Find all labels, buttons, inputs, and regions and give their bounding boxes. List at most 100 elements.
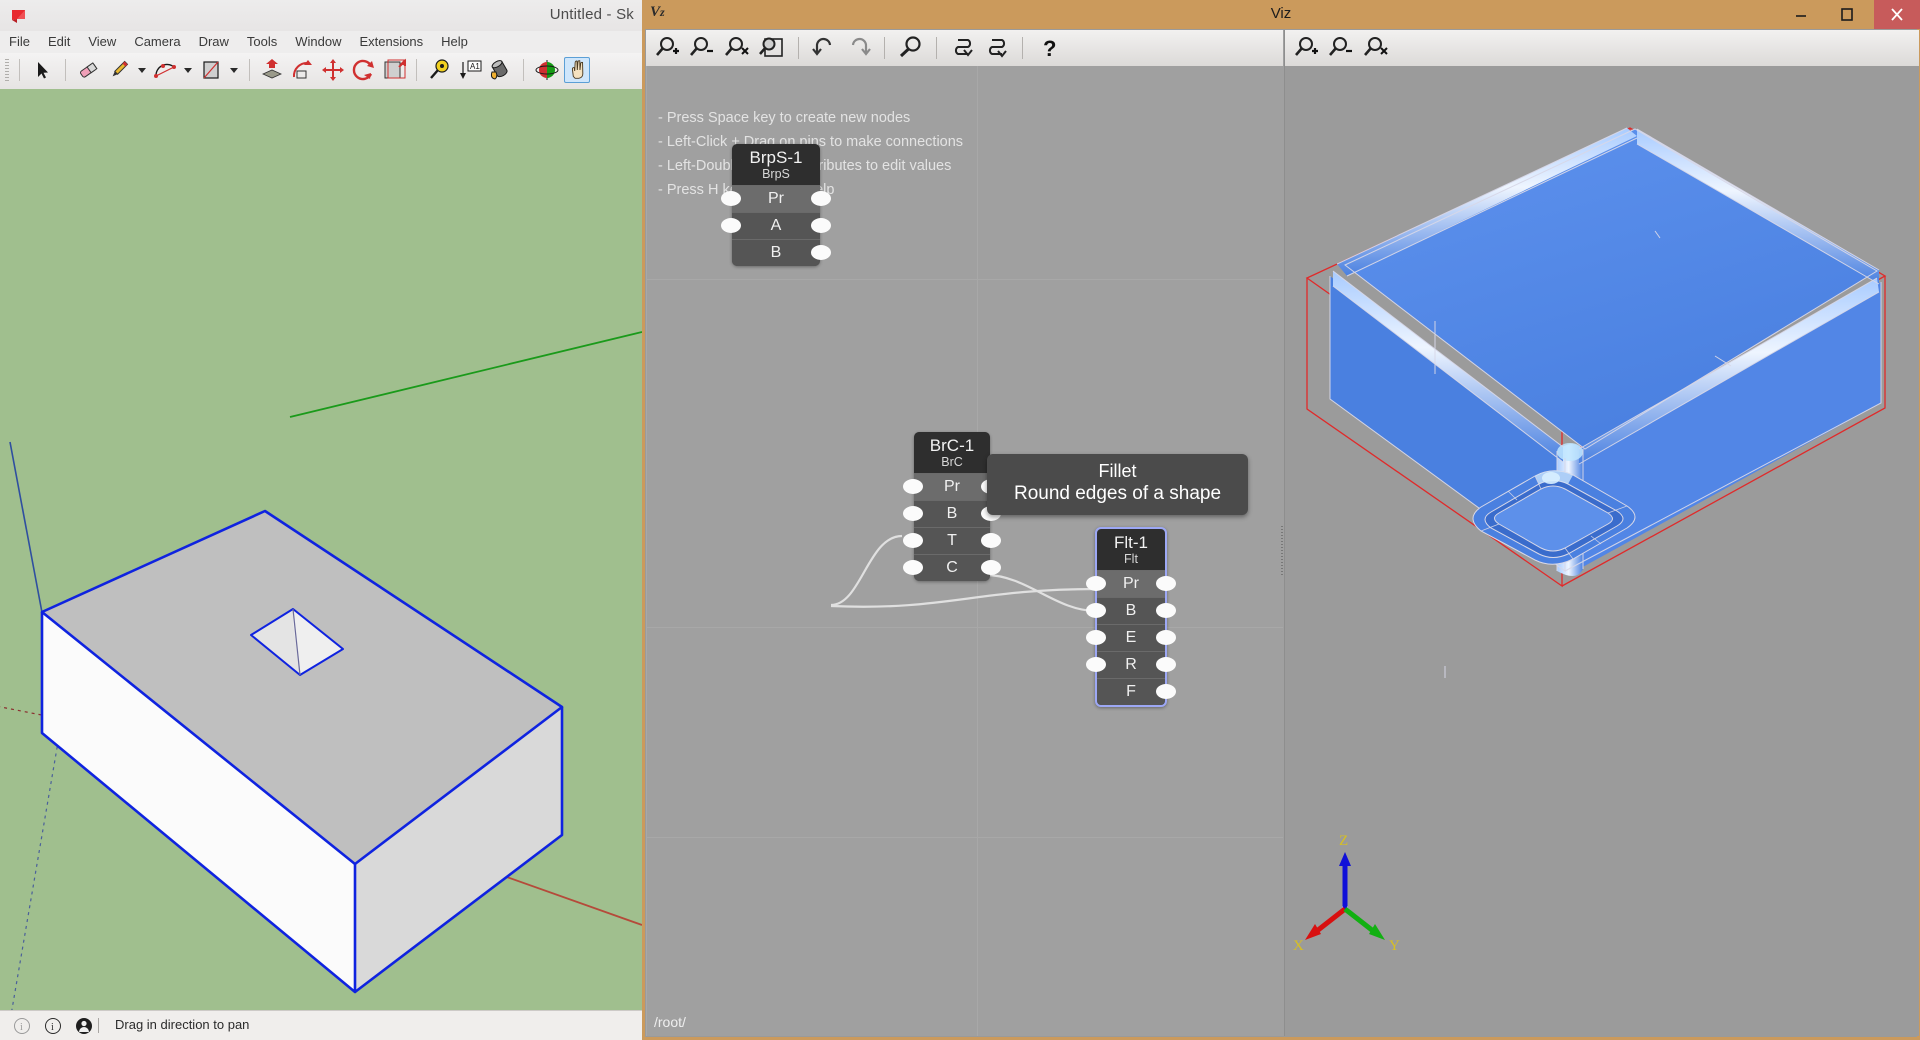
output-pin[interactable] xyxy=(1156,630,1176,645)
rectangle-tool-button[interactable] xyxy=(198,57,224,83)
input-pin[interactable] xyxy=(903,560,923,575)
output-pin[interactable] xyxy=(1156,576,1176,591)
node-port-row[interactable]: T xyxy=(914,527,990,554)
menu-draw[interactable]: Draw xyxy=(190,31,238,52)
input-pin[interactable] xyxy=(903,533,923,548)
menu-edit[interactable]: Edit xyxy=(39,31,79,52)
node-port-row[interactable]: Pr xyxy=(1097,570,1165,597)
tooltip-title: Fillet xyxy=(1005,460,1230,482)
node-port-row[interactable]: B xyxy=(914,500,990,527)
undo-button[interactable] xyxy=(809,33,839,63)
input-pin[interactable] xyxy=(1086,630,1106,645)
toolbar-separator xyxy=(416,59,417,81)
graph-canvas[interactable]: - Press Space key to create new nodes - … xyxy=(646,66,1283,1036)
zoom-fit-button[interactable] xyxy=(757,33,787,63)
arrange-down-button[interactable] xyxy=(982,33,1012,63)
search-button[interactable] xyxy=(896,33,926,63)
line-tool-button[interactable] xyxy=(106,57,132,83)
input-pin[interactable] xyxy=(721,218,741,233)
menu-tools[interactable]: Tools xyxy=(238,31,286,52)
graph-toolbar: ? xyxy=(646,30,1283,67)
info-hint-icon[interactable]: i xyxy=(14,1018,30,1034)
zoom-out-button[interactable] xyxy=(688,33,718,63)
line-tool-dropdown[interactable] xyxy=(136,57,147,83)
port-label: Pr xyxy=(1123,575,1139,592)
arc-tool-button[interactable] xyxy=(152,57,178,83)
output-pin[interactable] xyxy=(811,245,831,260)
node-flt-1[interactable]: Flt-1 Flt Pr B xyxy=(1095,527,1167,707)
user-account-icon[interactable] xyxy=(76,1018,92,1034)
output-pin[interactable] xyxy=(811,191,831,206)
port-label: C xyxy=(946,559,958,576)
orbit-tool-button[interactable] xyxy=(534,57,560,83)
menu-view[interactable]: View xyxy=(79,31,125,52)
zoom-reset-button[interactable] xyxy=(723,33,753,63)
eraser-tool-button[interactable] xyxy=(75,57,101,83)
menu-extensions[interactable]: Extensions xyxy=(351,31,433,52)
help-button[interactable]: ? xyxy=(1034,33,1064,63)
sketchup-statusbar: i i Drag in direction to pan xyxy=(0,1010,642,1040)
node-port-row[interactable]: E xyxy=(1097,624,1165,651)
toolbar-separator xyxy=(523,59,524,81)
sketchup-title: Untitled - Sk xyxy=(550,6,634,23)
arrange-up-button[interactable] xyxy=(948,33,978,63)
statusbar-text: Drag in direction to pan xyxy=(115,1017,249,1032)
app-root: Untitled - Sk FileEditViewCameraDrawTool… xyxy=(0,0,1920,1040)
pan-tool-button[interactable] xyxy=(564,57,590,83)
select-tool-button[interactable] xyxy=(29,57,55,83)
grid-line xyxy=(646,837,1283,838)
input-pin[interactable] xyxy=(721,191,741,206)
viewer-canvas-3d[interactable]: Z X Y xyxy=(1285,66,1919,1036)
rotate-tool-button[interactable] xyxy=(350,57,376,83)
output-pin[interactable] xyxy=(811,218,831,233)
svg-text:?: ? xyxy=(1043,36,1056,61)
viewer-zoom-in-button[interactable] xyxy=(1293,33,1323,63)
maximize-button[interactable] xyxy=(1824,0,1870,29)
output-pin[interactable] xyxy=(1156,603,1176,618)
node-brc-1[interactable]: BrC-1 BrC Pr B xyxy=(914,432,990,581)
viz-titlebar[interactable]: Vz Viz xyxy=(642,0,1920,29)
zoom-in-button[interactable] xyxy=(654,33,684,63)
move-tool-button[interactable] xyxy=(320,57,346,83)
node-port-row[interactable]: F xyxy=(1097,678,1165,705)
input-pin[interactable] xyxy=(1086,657,1106,672)
output-pin[interactable] xyxy=(981,560,1001,575)
node-port-row[interactable]: C xyxy=(914,554,990,581)
menu-file[interactable]: File xyxy=(0,31,39,52)
minimize-button[interactable] xyxy=(1778,0,1824,29)
push-pull-tool-button[interactable] xyxy=(259,57,285,83)
input-pin[interactable] xyxy=(1086,603,1106,618)
port-label: Pr xyxy=(768,190,784,207)
arc-tool-dropdown[interactable] xyxy=(182,57,193,83)
node-port-row[interactable]: A xyxy=(732,212,820,239)
rectangle-tool-dropdown[interactable] xyxy=(228,57,239,83)
info-circle-icon[interactable]: i xyxy=(45,1018,61,1034)
close-button[interactable] xyxy=(1874,0,1920,29)
offset-tool-button[interactable] xyxy=(381,57,407,83)
menu-help[interactable]: Help xyxy=(432,31,477,52)
node-port-row[interactable]: R xyxy=(1097,651,1165,678)
port-label: T xyxy=(947,532,957,549)
dimension-tool-button[interactable]: A1 xyxy=(457,57,483,83)
input-pin[interactable] xyxy=(903,479,923,494)
input-pin[interactable] xyxy=(1086,576,1106,591)
tape-measure-tool-button[interactable] xyxy=(427,57,453,83)
toolbar-grip[interactable] xyxy=(5,59,9,83)
menu-window[interactable]: Window xyxy=(286,31,350,52)
node-brps-1[interactable]: BrpS-1 BrpS Pr A xyxy=(732,144,820,266)
node-port-row[interactable]: Pr xyxy=(732,185,820,212)
node-port-row[interactable]: B xyxy=(732,239,820,266)
redo-button[interactable] xyxy=(844,33,874,63)
viewer-zoom-reset-button[interactable] xyxy=(1362,33,1392,63)
sketchup-viewport[interactable] xyxy=(0,89,642,1011)
paint-bucket-tool-button[interactable] xyxy=(488,57,514,83)
menu-camera[interactable]: Camera xyxy=(125,31,189,52)
output-pin[interactable] xyxy=(981,533,1001,548)
node-port-row[interactable]: B xyxy=(1097,597,1165,624)
output-pin[interactable] xyxy=(1156,657,1176,672)
input-pin[interactable] xyxy=(903,506,923,521)
viewer-zoom-out-button[interactable] xyxy=(1327,33,1357,63)
node-port-row[interactable]: Pr xyxy=(914,473,990,500)
follow-me-tool-button[interactable] xyxy=(289,57,315,83)
output-pin[interactable] xyxy=(1156,684,1176,699)
